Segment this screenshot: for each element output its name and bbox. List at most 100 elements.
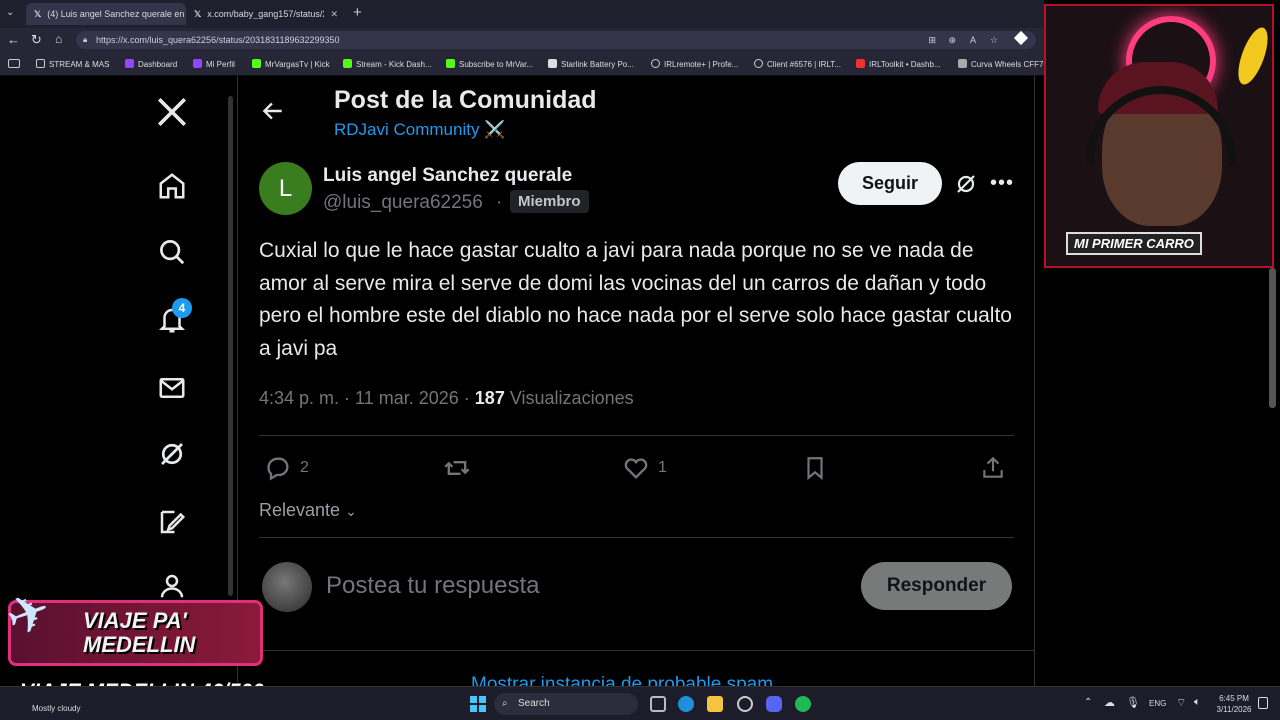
share-icon[interactable] [980, 454, 1006, 487]
reply-action[interactable]: 2 [264, 454, 309, 482]
bookmark-item[interactable]: Mi Perfil [193, 59, 235, 69]
left-scrollbar[interactable] [228, 96, 233, 596]
back-arrow-icon[interactable] [260, 98, 286, 129]
avatar[interactable]: L [259, 162, 312, 215]
edge-icon[interactable] [678, 696, 694, 712]
grok-icon[interactable] [154, 436, 190, 472]
search-icon: ⌕ [502, 698, 508, 709]
browser-tab-bar: ⌄ 𝕏 (4) Luis angel Sanchez querale en ✕ … [0, 0, 1044, 28]
sort-dropdown[interactable]: Relevante ⌄ [259, 500, 357, 521]
follow-button[interactable]: Seguir [838, 162, 942, 205]
cam-label: MI PRIMER CARRO [1066, 232, 1202, 255]
author-name[interactable]: Luis angel Sanchez querale [323, 165, 572, 187]
bookmark-item[interactable]: MrVargasTv | Kick [252, 59, 330, 69]
search-icon[interactable] [154, 234, 190, 270]
globe-icon [754, 59, 763, 68]
page-scrollbar[interactable] [1269, 268, 1276, 408]
bookmark-item[interactable]: Stream - Kick Dash... [343, 59, 432, 69]
file-explorer-icon[interactable] [707, 696, 723, 712]
bookmark-item[interactable]: Curva Wheels CFF76 [958, 59, 1048, 69]
bookmark-item[interactable]: Starlink Battery Po... [548, 59, 634, 69]
post-time[interactable]: 4:34 p. m. · 11 mar. 2026 · [259, 388, 470, 408]
bookmark-folder[interactable]: STREAM & MAS [36, 59, 109, 69]
tab-label: (4) Luis angel Sanchez querale en [47, 9, 185, 19]
messages-mail-icon[interactable] [154, 370, 190, 406]
webcam-overlay: MI PRIMER CARRO [1044, 4, 1274, 268]
obs-icon[interactable] [737, 696, 753, 712]
community-link[interactable]: RDJavi Community ⚔️ [334, 120, 505, 140]
kick-icon [446, 59, 455, 68]
bookmark-item[interactable]: IRLToolkit • Dashb... [856, 59, 941, 69]
app-icon[interactable]: ⊞ [928, 31, 936, 49]
divider [259, 537, 1014, 538]
drafts-edit-icon[interactable] [154, 504, 190, 540]
heart-icon [624, 458, 648, 479]
twitch-icon [193, 59, 202, 68]
windows-start-icon[interactable] [470, 696, 486, 712]
like-action[interactable]: 1 [622, 454, 667, 482]
bookmark-item[interactable]: Dashboard [125, 59, 177, 69]
windows-taskbar: Mostly cloudy ⌕ Search ⌃ ☁ 🎙︎ ENG ⌔ 🔈︎ 6… [0, 686, 1280, 720]
read-aloud-icon[interactable]: A [970, 31, 976, 49]
x-page: 4 Post de la Comunidad RDJavi Community … [0, 76, 1044, 686]
post-column: Post de la Comunidad RDJavi Community ⚔️… [237, 76, 1035, 686]
handle-separator: · [496, 192, 503, 213]
repost-icon[interactable] [442, 454, 472, 487]
spotify-icon[interactable] [795, 696, 811, 712]
tab-list-chevron-icon[interactable]: ⌄ [6, 7, 20, 21]
star-icon[interactable]: ☆ [990, 31, 998, 49]
language-indicator[interactable]: ENG [1149, 699, 1166, 708]
tab-inactive[interactable]: 𝕏 x.com/baby_gang157/status/2031 ✕ [186, 3, 346, 25]
grok-icon[interactable] [954, 172, 978, 201]
home-icon[interactable]: ⌂ [55, 32, 62, 46]
views-count: 187 [474, 388, 505, 408]
divider [238, 650, 1035, 651]
show-spam-link[interactable]: Mostrar instancia de probable spam [471, 674, 773, 686]
reply-bubble-icon [267, 457, 289, 481]
profile-icon[interactable] [154, 568, 190, 604]
banana-icon [1232, 24, 1272, 88]
folder-icon [36, 59, 45, 68]
bookmark-item[interactable]: IRLremote+ | Profe... [651, 59, 738, 69]
weather-widget[interactable]: Mostly cloudy [32, 704, 80, 713]
kick-icon [343, 59, 352, 68]
notification-center-icon[interactable] [1258, 697, 1268, 709]
x-logo-icon[interactable] [154, 94, 190, 130]
reload-icon[interactable]: ↻ [31, 32, 42, 48]
bookmark-item[interactable]: Client #6576 | IRLT... [754, 59, 841, 69]
tab-active[interactable]: 𝕏 (4) Luis angel Sanchez querale en ✕ [26, 3, 186, 25]
wifi-icon[interactable]: ⌔ [1176, 696, 1186, 710]
more-options-icon[interactable]: ••• [990, 172, 1014, 195]
bookmark-item[interactable]: Subscribe to MrVar... [446, 59, 533, 69]
discord-icon[interactable] [766, 696, 782, 712]
bookmark-icon[interactable] [802, 454, 828, 487]
task-view-icon[interactable] [650, 696, 666, 712]
trip-badge: ✈ VIAJE PA' MEDELLIN [0, 580, 263, 666]
network-icon[interactable]: ☁ [1104, 696, 1115, 709]
close-icon[interactable]: ✕ [324, 9, 338, 20]
reply-input[interactable]: Postea tu respuesta [326, 572, 539, 600]
sidebar-toggle-icon[interactable] [8, 59, 20, 68]
new-tab-button[interactable]: + [353, 4, 362, 21]
zoom-icon[interactable]: ⊕ [948, 31, 956, 49]
home-icon[interactable] [154, 168, 190, 204]
post-text: Cuxial lo que le hace gastar cualto a ja… [259, 239, 1012, 360]
kick-icon [252, 59, 261, 68]
back-arrow-icon[interactable]: ← [7, 32, 20, 47]
x-logo-icon: 𝕏 [194, 8, 202, 19]
tab-label: x.com/baby_gang157/status/2031 [207, 9, 324, 19]
globe-icon [651, 59, 660, 68]
bookmarks-bar: STREAM & MAS Dashboard Mi Perfil MrVarga… [0, 52, 1048, 76]
volume-icon[interactable]: 🔈︎ [1194, 696, 1201, 709]
taskbar-search[interactable]: ⌕ Search [494, 693, 638, 715]
url-bar[interactable]: 🔒︎ https://x.com/luis_quera62256/status/… [76, 31, 1036, 49]
microphone-icon[interactable]: 🎙︎ [1126, 696, 1140, 709]
author-handle[interactable]: @luis_quera62256 [323, 192, 483, 214]
reply-count: 2 [300, 459, 309, 476]
right-panel [1044, 268, 1280, 686]
user-avatar[interactable] [262, 562, 312, 612]
post-meta: 4:34 p. m. · 11 mar. 2026 · 187 Visualiz… [259, 388, 634, 409]
clock[interactable]: 6:45 PM 3/11/2026 [1212, 693, 1256, 715]
reply-button[interactable]: Responder [861, 562, 1012, 610]
tray-chevron-icon[interactable]: ⌃ [1084, 697, 1092, 708]
